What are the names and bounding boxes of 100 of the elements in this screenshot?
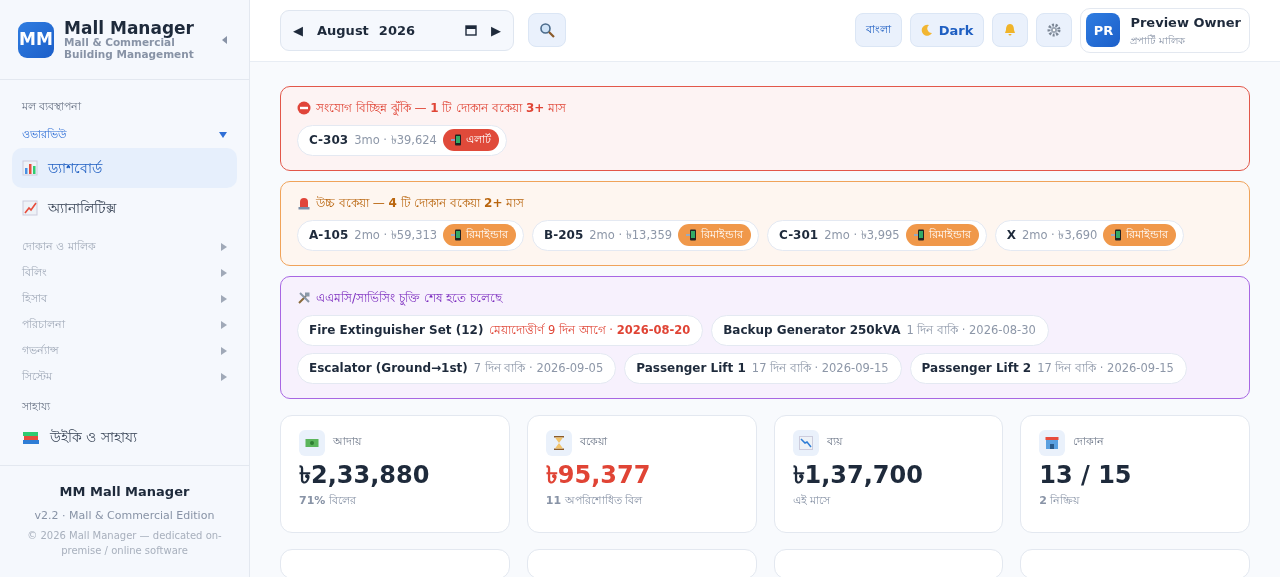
item-detail: 2mo · ৳3,690 <box>1021 226 1098 244</box>
stat-label: দোকান <box>1073 434 1105 451</box>
reminder-button[interactable]: রিমাইন্ডার <box>443 224 517 247</box>
nav-group[interactable]: ওভারভিউ <box>12 122 237 148</box>
stat-note: 2 নিষ্ক্রিয় <box>1039 492 1081 509</box>
caret-right-icon <box>221 321 227 329</box>
item-detail: 2mo · ৳13,359 <box>589 226 673 244</box>
stat-label: ব্যয় <box>826 434 842 451</box>
footer-copyright: © 2026 Mall Manager — dedicated on-premise / online software <box>26 529 223 558</box>
item-detail: 17 দিন বাকি · 2026-09-15 <box>1037 359 1174 377</box>
stat-value: 13 / 15 <box>1039 459 1133 491</box>
stat-note: এই মাসে <box>792 492 832 509</box>
app-title: Mall Manager <box>64 18 195 38</box>
caret-right-icon <box>221 269 227 277</box>
user-name: Preview Owner <box>1130 14 1241 33</box>
phone-icon <box>451 229 464 242</box>
item-name: A-105 <box>309 227 349 245</box>
store-icon <box>1045 435 1060 450</box>
year-label: 2026 <box>378 21 416 40</box>
settings-icon <box>1047 23 1062 38</box>
item-name: Escalator (Ground→1st) <box>309 360 468 378</box>
nav-item[interactable]: অ্যানালিটিক্স <box>12 188 237 228</box>
moon-icon <box>920 24 933 37</box>
nav-group[interactable]: হিসাব <box>12 286 237 312</box>
section-heading: সাহায্য <box>21 400 52 414</box>
item-name: Passenger Lift 1 <box>636 360 746 378</box>
nav-group[interactable]: সিস্টেম <box>12 364 237 390</box>
item-name: Backup Generator 250kVA <box>723 322 901 340</box>
phone-icon <box>1111 229 1124 242</box>
footer-version: v2.2 · Mall & Commercial Edition <box>33 507 216 524</box>
nav-item[interactable]: উইকি ও সাহায্য <box>12 422 237 452</box>
item-name: C-301 <box>779 227 819 245</box>
tools-icon <box>297 290 311 305</box>
nav-group[interactable]: বিলিং <box>12 260 237 286</box>
nav-group[interactable]: দোকান ও মালিক <box>12 234 237 260</box>
caret-right-icon <box>221 373 227 381</box>
caret-down-icon <box>219 132 227 138</box>
reminder-button[interactable]: রিমাইন্ডার <box>905 224 979 247</box>
item-name: B-205 <box>544 227 584 245</box>
month-label: August <box>317 21 369 40</box>
user-avatar: PR <box>1086 13 1121 48</box>
caret-right-icon <box>221 243 227 251</box>
item-detail: 2mo · ৳3,995 <box>824 226 900 244</box>
caret-right-icon <box>221 295 227 303</box>
reminder-button[interactable]: রিমাইন্ডার <box>678 224 752 247</box>
month-picker[interactable]: ◀ August 2026 ▶ <box>280 9 515 51</box>
item-detail: মেয়াদোত্তীর্ণ 9 দিন আগে · 2026-08-20 <box>489 321 691 339</box>
user-menu[interactable]: PR Preview Owner প্রপার্টি মালিক <box>1080 8 1250 53</box>
user-role: প্রপার্টি মালিক <box>1130 33 1186 48</box>
phone-icon <box>913 229 926 242</box>
item-name: Passenger Lift 2 <box>921 360 1032 378</box>
stat-note: 71% বিলের <box>299 492 357 509</box>
item-name: Fire Extinguisher Set (12) <box>309 322 484 340</box>
stat-note: 11 অপরিশোধিত বিল <box>545 492 644 509</box>
banknote-icon <box>305 436 319 449</box>
item-detail: 3mo · ৳39,624 <box>354 131 437 149</box>
line-chart-icon <box>22 200 38 216</box>
section-heading: মল ব্যবস্থাপনা <box>21 100 83 114</box>
stat-label: আদায় <box>333 434 361 451</box>
item-name: C-303 <box>309 132 349 150</box>
item-name: X <box>1006 227 1016 245</box>
stat-label: বকেয়া <box>579 434 607 451</box>
bell-icon <box>1003 23 1018 38</box>
alert-title: এএমসি/সার্ভিসিং চুক্তি শেষ হতে চলেছে <box>316 289 503 307</box>
item-detail: 1 দিন বাকি · 2026-08-30 <box>906 321 1036 339</box>
app-subtitle: Mall & Commercial Building Management <box>64 37 195 61</box>
caret-right-icon <box>221 347 227 355</box>
phone-icon <box>450 134 463 147</box>
next-month-button[interactable]: ▶ <box>487 20 506 41</box>
item-detail: 17 দিন বাকি · 2026-09-15 <box>751 359 889 377</box>
no-entry-icon <box>297 100 311 115</box>
theme-button[interactable]: Dark <box>909 13 985 48</box>
item-detail: 7 দিন বাকি · 2026-09-05 <box>473 359 604 377</box>
nav-group[interactable]: গভর্ন্যান্স <box>12 338 237 364</box>
notifications-button[interactable] <box>992 13 1029 48</box>
settings-button[interactable] <box>1036 13 1073 48</box>
language-button[interactable]: বাংলা <box>854 13 902 48</box>
phone-icon <box>686 229 699 242</box>
chart-down-icon <box>798 435 813 450</box>
alert-title: সংযোগ বিচ্ছিন্ন ঝুঁকি — 1 টি দোকান বকেয়া 3+ মাস <box>316 99 567 117</box>
search-button[interactable] <box>528 13 567 48</box>
alert-button[interactable]: এলার্ট <box>442 129 499 152</box>
stat-value: ৳2,33,880 <box>299 459 431 491</box>
item-detail: 2mo · ৳59,313 <box>354 226 438 244</box>
stat-value: ৳95,377 <box>545 459 652 491</box>
footer-title: MM Mall Manager <box>58 483 191 501</box>
bar-chart-icon <box>22 160 38 176</box>
books-icon <box>22 429 40 445</box>
reminder-button[interactable]: রিমাইন্ডার <box>1103 224 1177 247</box>
stat-value: ৳1,37,700 <box>792 459 924 491</box>
nav-item[interactable]: ড্যাশবোর্ড <box>12 148 237 188</box>
alert-title: উচ্চ বকেয়া — 4 টি দোকান বকেয়া 2+ মাস <box>316 194 525 212</box>
hourglass-icon <box>552 435 565 450</box>
calendar-icon <box>465 24 478 37</box>
collapse-icon <box>222 36 227 45</box>
previous-month-button[interactable]: ◀ <box>289 20 307 41</box>
search-icon <box>539 22 556 39</box>
siren-icon <box>297 195 311 210</box>
nav-group[interactable]: পরিচালনা <box>12 312 237 338</box>
logo-badge: MM <box>18 21 54 58</box>
